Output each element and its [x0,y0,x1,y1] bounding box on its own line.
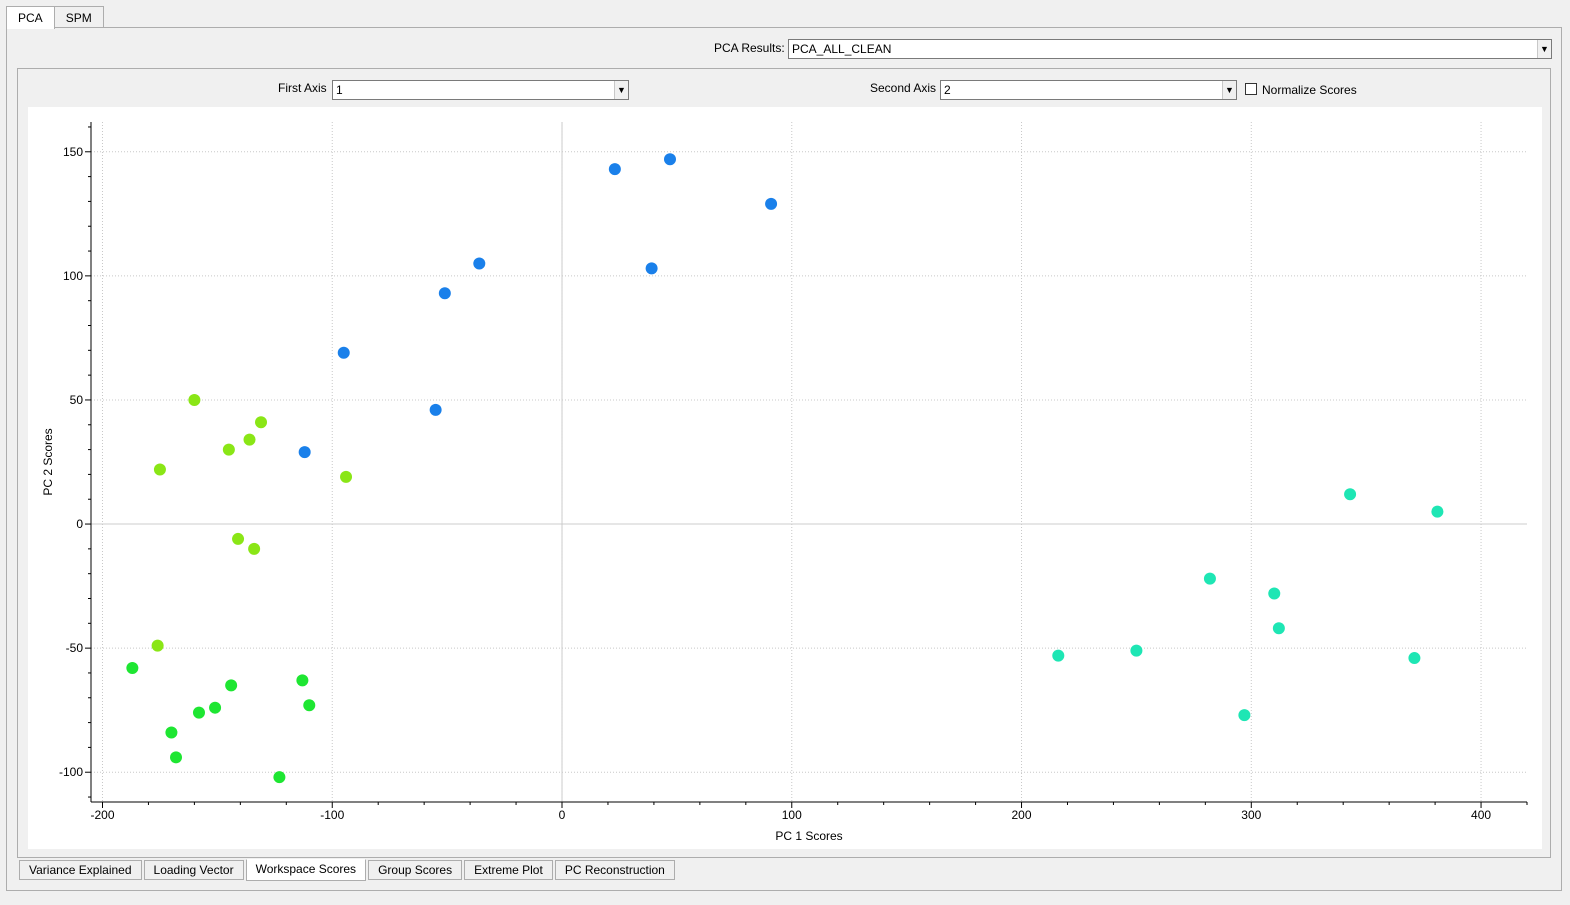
data-point [340,470,353,483]
data-point [255,416,268,429]
y-tick-label: -50 [66,641,84,655]
data-point [1052,649,1065,662]
chevron-down-icon[interactable]: ▼ [614,81,628,99]
pca-results-dropdown[interactable]: PCA_ALL_CLEAN ▼ [788,39,1552,59]
data-point [209,701,222,714]
bottom-tab-bar: Variance Explained Loading Vector Worksp… [19,859,677,882]
x-tick-label: -200 [90,808,114,822]
scores-plot[interactable]: -200 -100 0 100 200 300 400 -100 -50 0 50 100 150 PC… [28,107,1542,849]
data-point [1238,709,1251,722]
x-tick-label: -100 [320,808,344,822]
data-point [298,446,311,459]
x-tick-label: 300 [1241,808,1261,822]
data-point [225,679,238,692]
y-tick-label: 0 [76,517,83,531]
tab-variance-explained[interactable]: Variance Explained [19,860,142,880]
tick-labels: -200 -100 0 100 200 300 400 -100 -50 0 50 100 150 [59,145,1491,822]
first-axis-dropdown[interactable]: 1 ▼ [332,80,629,100]
data-point [222,443,235,456]
data-point [151,639,164,652]
data-point [1344,488,1357,501]
data-point [303,699,316,712]
data-point [645,262,658,275]
y-tick-label: 50 [70,393,84,407]
normalize-scores-checkbox[interactable] [1245,83,1257,95]
chevron-down-icon[interactable]: ▼ [1537,40,1551,58]
data-point [663,153,676,166]
data-point [296,674,309,687]
data-point [1272,622,1285,635]
y-tick-label: 100 [63,269,83,283]
tab-loading-vector[interactable]: Loading Vector [143,860,244,880]
x-tick-label: 400 [1471,808,1491,822]
tab-spm[interactable]: SPM [53,6,104,28]
data-point [337,346,350,359]
y-tick-label: 150 [63,145,83,159]
data-point [243,433,256,446]
pca-results-value: PCA_ALL_CLEAN [792,42,892,56]
y-axis-label: PC 2 Scores [41,428,55,495]
data-point [153,463,166,476]
data-point [429,403,442,416]
tab-extreme-plot[interactable]: Extreme Plot [464,860,553,880]
tab-pca[interactable]: PCA [6,6,55,29]
tab-workspace-scores[interactable]: Workspace Scores [245,859,367,881]
second-axis-label: Second Axis [870,81,937,95]
tab-pc-reconstruction[interactable]: PC Reconstruction [554,860,675,880]
data-point [1268,587,1281,600]
x-tick-label: 200 [1012,808,1032,822]
data-point [232,532,245,545]
pca-panel: PCA Results: PCA_ALL_CLEAN ▼ First Axis … [6,27,1562,891]
data-point [1431,505,1444,518]
data-point [608,163,621,176]
first-axis-value: 1 [336,83,343,97]
data-point [165,726,178,739]
scores-scatter-chart: -200 -100 0 100 200 300 400 -100 -50 0 50 100 150 PC… [41,122,1528,843]
data-point [438,287,451,300]
pca-results-row: PCA Results: PCA_ALL_CLEAN ▼ [7,39,1561,61]
data-point [473,257,486,270]
pca-results-label: PCA Results: [714,41,785,55]
second-axis-dropdown[interactable]: 2 ▼ [940,80,1237,100]
data-point [1130,644,1143,657]
data-point [192,706,205,719]
first-axis-label: First Axis [278,81,327,95]
chevron-down-icon[interactable]: ▼ [1222,81,1236,99]
x-tick-label: 100 [782,808,802,822]
workspace-scores-panel: First Axis 1 ▼ Second Axis 2 ▼ Normalize… [17,68,1551,858]
data-point [1203,572,1216,585]
data-point [273,771,286,784]
second-axis-value: 2 [944,83,951,97]
data-point [248,542,261,555]
data-points [126,153,1444,784]
y-tick-label: -100 [59,765,83,779]
data-point [170,751,183,764]
normalize-scores-label: Normalize Scores [1262,83,1357,97]
data-point [1408,652,1421,665]
data-point [188,393,201,406]
x-tick-label: 0 [559,808,566,822]
axes [85,122,1528,808]
data-point [765,197,778,210]
top-tab-bar: PCA SPM [6,6,104,29]
tab-group-scores[interactable]: Group Scores [368,860,463,880]
data-point [126,661,139,674]
x-axis-label: PC 1 Scores [775,829,842,843]
